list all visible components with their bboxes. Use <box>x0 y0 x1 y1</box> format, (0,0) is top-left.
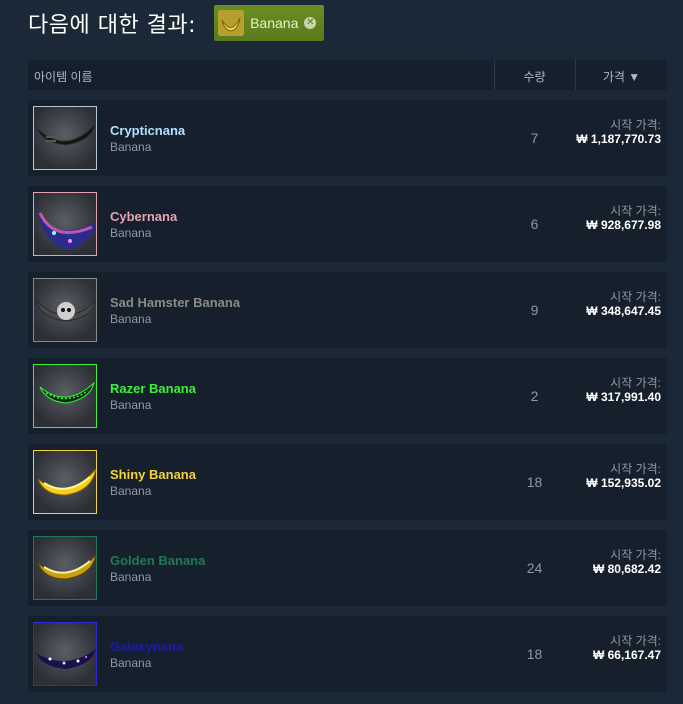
item-thumbnail <box>33 450 97 514</box>
item-game: Banana <box>110 226 152 240</box>
item-thumbnail <box>33 278 97 342</box>
table-header: 아이템 이름 수량 가격 ▼ <box>28 60 667 90</box>
item-thumbnail <box>33 622 97 686</box>
item-name[interactable]: Golden Banana <box>110 553 205 568</box>
item-game: Banana <box>110 140 152 154</box>
close-icon[interactable]: ✕ <box>304 17 317 29</box>
item-price: ₩ 1,187,770.73 <box>576 132 661 146</box>
item-quantity: 9 <box>530 302 539 318</box>
listing-row[interactable]: Golden Banana Banana 24 시작 가격: ₩ 80,682.… <box>28 530 667 606</box>
filter-tag[interactable]: Banana ✕ <box>214 5 325 41</box>
item-quantity: 18 <box>526 646 543 662</box>
item-thumbnail <box>33 106 97 170</box>
column-header-price-sort[interactable]: 가격 ▼ <box>576 68 667 85</box>
listing-row[interactable]: Sad Hamster Banana Banana 9 시작 가격: ₩ 348… <box>28 272 667 348</box>
item-price: ₩ 152,935.02 <box>586 476 661 490</box>
listing-row[interactable]: Galaxynana Banana 18 시작 가격: ₩ 66,167.47 <box>28 616 667 692</box>
column-header-name[interactable]: 아이템 이름 <box>34 68 93 85</box>
item-price: ₩ 348,647.45 <box>586 304 661 318</box>
item-price: ₩ 80,682.42 <box>592 562 661 576</box>
item-name[interactable]: Sad Hamster Banana <box>110 295 240 310</box>
banana-icon <box>218 10 245 36</box>
item-quantity: 18 <box>526 474 543 490</box>
filter-tag-label: Banana <box>250 15 299 31</box>
item-quantity: 6 <box>530 216 539 232</box>
item-thumbnail <box>33 192 97 256</box>
item-name[interactable]: Shiny Banana <box>110 467 196 482</box>
item-quantity: 7 <box>530 130 539 146</box>
results-title: 다음에 대한 결과: <box>28 13 197 38</box>
price-label: 시작 가격: <box>610 204 661 218</box>
item-name[interactable]: Cybernana <box>110 209 177 224</box>
item-game: Banana <box>110 484 152 498</box>
listing-row[interactable]: Shiny Banana Banana 18 시작 가격: ₩ 152,935.… <box>28 444 667 520</box>
item-game: Banana <box>110 570 152 584</box>
item-name[interactable]: Galaxynana <box>110 639 183 654</box>
listing-row[interactable]: Razer Banana Banana 2 시작 가격: ₩ 317,991.4… <box>28 358 667 434</box>
item-quantity: 24 <box>526 560 543 576</box>
item-game: Banana <box>110 312 152 326</box>
price-label: 시작 가격: <box>610 290 661 304</box>
listing-row[interactable]: Cybernana Banana 6 시작 가격: ₩ 928,677.98 <box>28 186 667 262</box>
search-header: 다음에 대한 결과: Banana ✕ <box>28 4 325 42</box>
item-name[interactable]: Crypticnana <box>110 123 185 138</box>
price-label: 시작 가격: <box>610 548 661 562</box>
item-quantity: 2 <box>530 388 539 404</box>
item-price: ₩ 928,677.98 <box>586 218 661 232</box>
listing-row[interactable]: Crypticnana Banana 7 시작 가격: ₩ 1,187,770.… <box>28 100 667 176</box>
item-thumbnail <box>33 364 97 428</box>
item-game: Banana <box>110 656 152 670</box>
price-label: 시작 가격: <box>610 376 661 390</box>
price-label: 시작 가격: <box>610 462 661 476</box>
item-name[interactable]: Razer Banana <box>110 381 196 396</box>
price-label: 시작 가격: <box>610 634 661 648</box>
item-thumbnail <box>33 536 97 600</box>
item-game: Banana <box>110 398 152 412</box>
column-header-quantity[interactable]: 수량 <box>494 68 575 85</box>
price-label: 시작 가격: <box>610 118 661 132</box>
item-price: ₩ 66,167.47 <box>592 648 661 662</box>
item-price: ₩ 317,991.40 <box>586 390 661 404</box>
